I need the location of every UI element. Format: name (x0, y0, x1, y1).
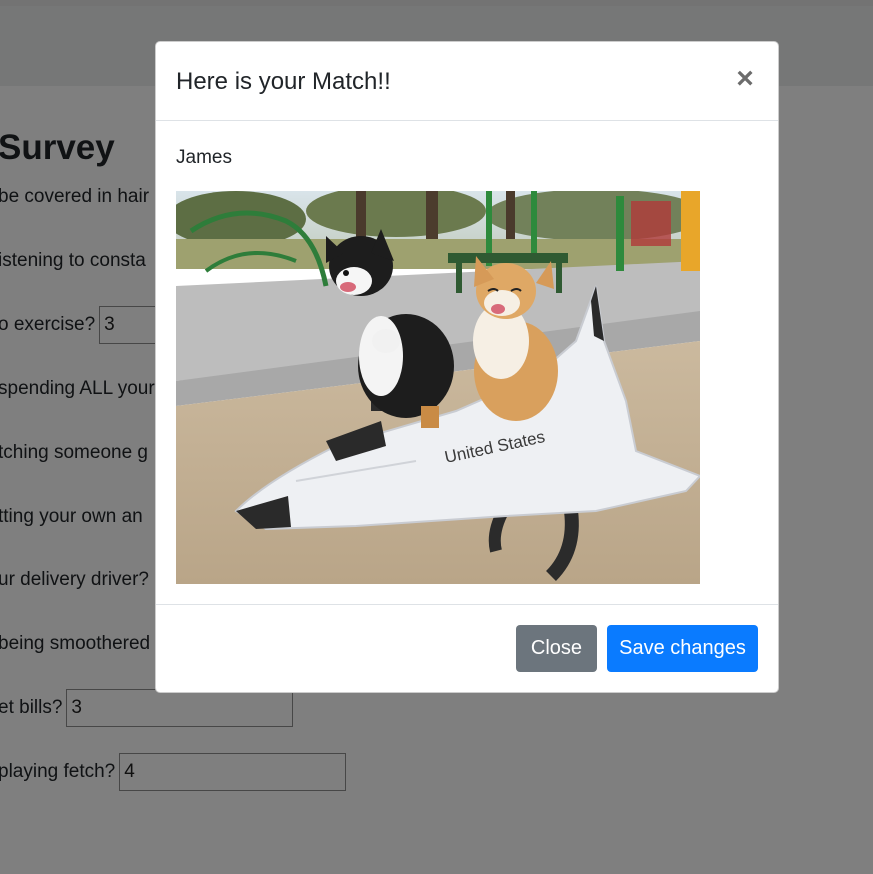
close-button[interactable]: Close (516, 625, 597, 672)
match-name: James (176, 147, 232, 168)
modal-header: Here is your Match!! × (156, 42, 778, 121)
modal-footer: Close Save changes (156, 605, 778, 692)
modal-body: James United States (156, 121, 778, 605)
match-modal: Here is your Match!! × James United Stat… (155, 41, 779, 693)
save-changes-button[interactable]: Save changes (607, 625, 758, 672)
modal-title: Here is your Match!! (176, 68, 391, 95)
close-icon[interactable]: × (732, 64, 758, 96)
match-photo-image: United States (176, 191, 700, 584)
match-photo: United States (176, 191, 700, 584)
